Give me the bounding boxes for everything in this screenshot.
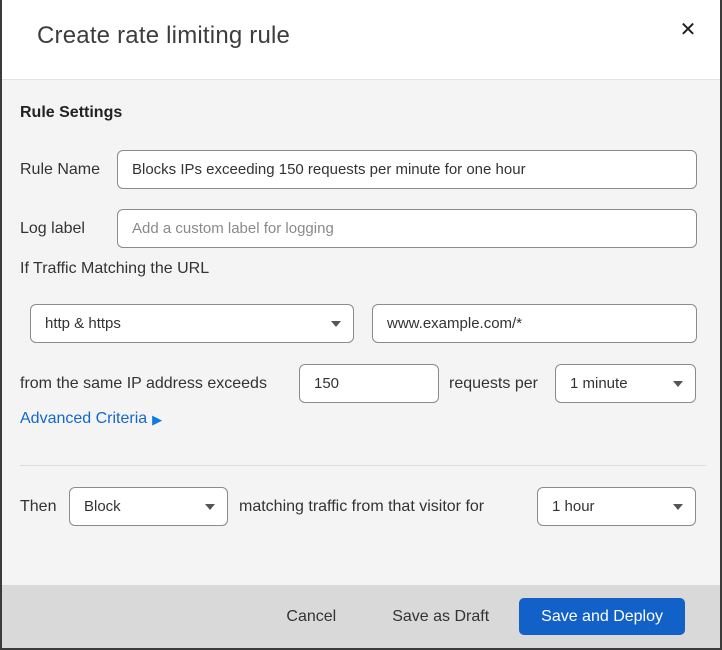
log-label-input[interactable] <box>117 209 697 248</box>
period-select-value: 1 minute <box>570 375 628 392</box>
scheme-select-value: http & https <box>45 315 121 332</box>
action-select[interactable]: Block <box>69 487 228 526</box>
section-divider <box>20 465 706 466</box>
log-label-label: Log label <box>20 220 85 237</box>
period-select[interactable]: 1 minute <box>555 364 696 403</box>
save-and-deploy-button[interactable]: Save and Deploy <box>519 598 685 635</box>
chevron-down-icon <box>331 320 341 327</box>
advanced-criteria-link[interactable]: Advanced Criteria ▶ <box>20 410 162 428</box>
rule-settings-heading: Rule Settings <box>20 104 123 121</box>
action-select-value: Block <box>84 498 121 515</box>
advanced-criteria-label: Advanced Criteria <box>20 410 148 427</box>
dialog-footer: Cancel Save as Draft Save and Deploy <box>2 585 720 648</box>
then-middle-label: matching traffic from that visitor for <box>239 498 485 515</box>
threshold-prefix-label: from the same IP address exceeds <box>20 375 267 392</box>
chevron-down-icon <box>673 503 683 510</box>
url-pattern-input[interactable] <box>372 304 697 343</box>
create-rate-limiting-rule-dialog: Create rate limiting rule ✕ Rule Setting… <box>0 0 722 650</box>
expand-right-arrow-icon: ▶ <box>152 411 163 427</box>
chevron-down-icon <box>673 380 683 387</box>
save-as-draft-button[interactable]: Save as Draft <box>392 608 489 626</box>
request-count-input[interactable] <box>299 364 439 403</box>
dialog-title: Create rate limiting rule <box>37 22 291 49</box>
then-label: Then <box>20 498 57 515</box>
requests-per-label: requests per <box>449 375 538 392</box>
dialog-header: Create rate limiting rule ✕ <box>2 0 720 80</box>
duration-select[interactable]: 1 hour <box>537 487 696 526</box>
cancel-button[interactable]: Cancel <box>286 608 336 626</box>
close-icon[interactable]: ✕ <box>670 12 706 48</box>
traffic-match-intro: If Traffic Matching the URL <box>20 260 210 277</box>
chevron-down-icon <box>205 503 215 510</box>
duration-select-value: 1 hour <box>552 498 595 515</box>
scheme-select[interactable]: http & https <box>30 304 354 343</box>
rule-name-label: Rule Name <box>20 161 101 178</box>
rule-name-input[interactable] <box>117 150 697 189</box>
